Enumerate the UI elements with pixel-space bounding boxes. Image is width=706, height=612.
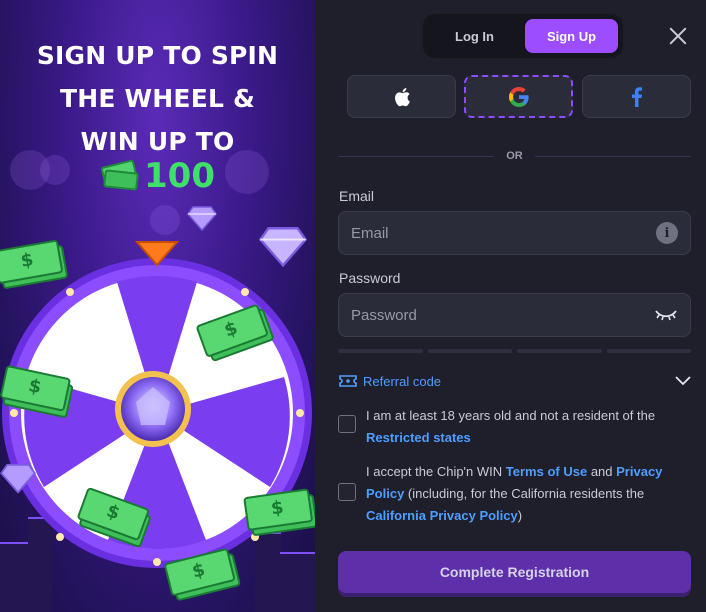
promo-panel: SIGN UP TO SPIN THE WHEEL & WIN UP TO 10…: [0, 0, 315, 612]
restricted-states-link[interactable]: Restricted states: [366, 430, 471, 445]
terms-acceptance: I accept the Chip'n WIN Terms of Use and…: [338, 461, 691, 527]
gem-icon: [258, 227, 308, 267]
google-login-button[interactable]: [464, 75, 573, 118]
california-privacy-policy-link[interactable]: California Privacy Policy: [366, 508, 518, 523]
email-input[interactable]: [351, 224, 656, 242]
referral-label: Referral code: [363, 373, 442, 389]
chevron-down-icon[interactable]: [675, 376, 691, 386]
terms-checkbox[interactable]: [338, 483, 356, 501]
bokeh-light: [150, 205, 180, 235]
tab-log-in[interactable]: Log In: [428, 19, 521, 53]
google-icon: [508, 86, 529, 107]
auth-tabs: Log In Sign Up: [423, 14, 623, 58]
cash-icon: [100, 159, 139, 191]
promo-amount: 100: [144, 156, 215, 196]
eye-closed-icon[interactable]: [654, 308, 678, 322]
password-field[interactable]: [338, 293, 691, 337]
close-icon[interactable]: [668, 26, 688, 46]
promo-headline: SIGN UP TO SPIN THE WHEEL & WIN UP TO: [36, 41, 279, 156]
apple-icon: [394, 87, 410, 106]
password-strength-meter: [338, 349, 691, 353]
gem-icon: [187, 206, 217, 231]
terms-of-use-link[interactable]: Terms of Use: [506, 464, 587, 479]
referral-code-toggle[interactable]: Referral code: [339, 370, 691, 392]
password-input[interactable]: [351, 306, 654, 324]
complete-registration-button[interactable]: Complete Registration: [338, 551, 691, 593]
signup-form-panel: Log In Sign Up OR Email Email i Password…: [315, 0, 706, 612]
or-divider: OR: [338, 146, 691, 166]
facebook-login-button[interactable]: [582, 75, 691, 118]
signup-modal: SIGN UP TO SPIN THE WHEEL & WIN UP TO 10…: [0, 0, 706, 612]
age-confirmation: I am at least 18 years old and not a res…: [338, 405, 691, 449]
email-label: Email: [339, 188, 375, 204]
age-confirmation-text: I am at least 18 years old and not a res…: [366, 408, 656, 445]
age-checkbox[interactable]: [338, 415, 356, 433]
terms-acceptance-text: I accept the Chip'n WIN Terms of Use and…: [366, 464, 663, 523]
ticket-icon: [339, 375, 357, 387]
facebook-icon: [631, 86, 642, 107]
prize-wheel: [0, 237, 315, 612]
tab-sign-up[interactable]: Sign Up: [525, 19, 618, 53]
info-icon[interactable]: i: [656, 222, 678, 244]
email-field[interactable]: i: [338, 211, 691, 255]
promo-amount-row: 100: [0, 156, 315, 196]
gem-icon: [0, 463, 36, 494]
password-label: Password: [339, 270, 401, 286]
apple-login-button[interactable]: [347, 75, 456, 118]
